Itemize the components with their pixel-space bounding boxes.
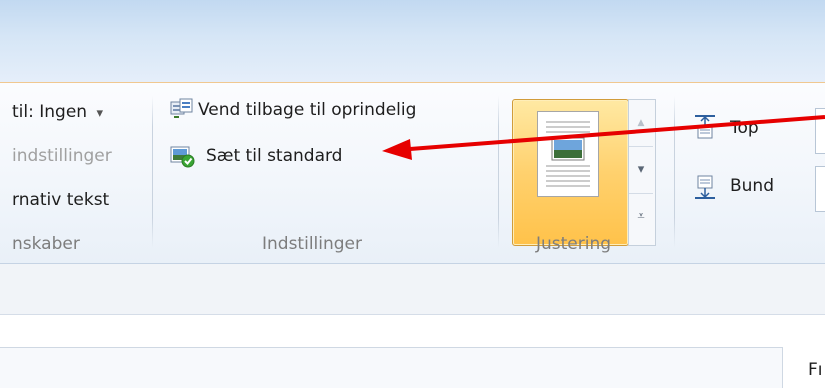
- ribbon-bottom-band: [0, 264, 825, 315]
- settings-button-disabled: indstillinger: [12, 146, 112, 166]
- group-label-properties: nskaber: [12, 234, 80, 254]
- group-label-settings: Indstillinger: [262, 234, 363, 254]
- set-default-icon: [170, 144, 196, 168]
- bottom-margin-label: Bund: [730, 176, 775, 196]
- group-label-alignment: Justering: [536, 234, 612, 254]
- bottom-margin-icon: [694, 174, 716, 200]
- window-title-bar: [0, 0, 825, 83]
- annotation-arrow-icon: [380, 105, 825, 165]
- alt-text-dropdown[interactable]: til: Ingen ▾: [12, 102, 103, 122]
- chevron-down-icon: ▾: [96, 106, 103, 121]
- bottom-margin-input[interactable]: [815, 166, 825, 212]
- gallery-more-button[interactable]: ⩡: [629, 194, 653, 240]
- alt-text-button[interactable]: rnativ tekst: [12, 190, 109, 210]
- alt-text-dropdown-label: til: Ingen: [12, 102, 88, 122]
- document-panel: [0, 347, 783, 388]
- document-tab-partial[interactable]: Fı: [808, 360, 823, 380]
- set-default-button[interactable]: Sæt til standard: [206, 146, 342, 166]
- group-separator: [152, 96, 153, 248]
- reset-original-icon: [170, 98, 194, 120]
